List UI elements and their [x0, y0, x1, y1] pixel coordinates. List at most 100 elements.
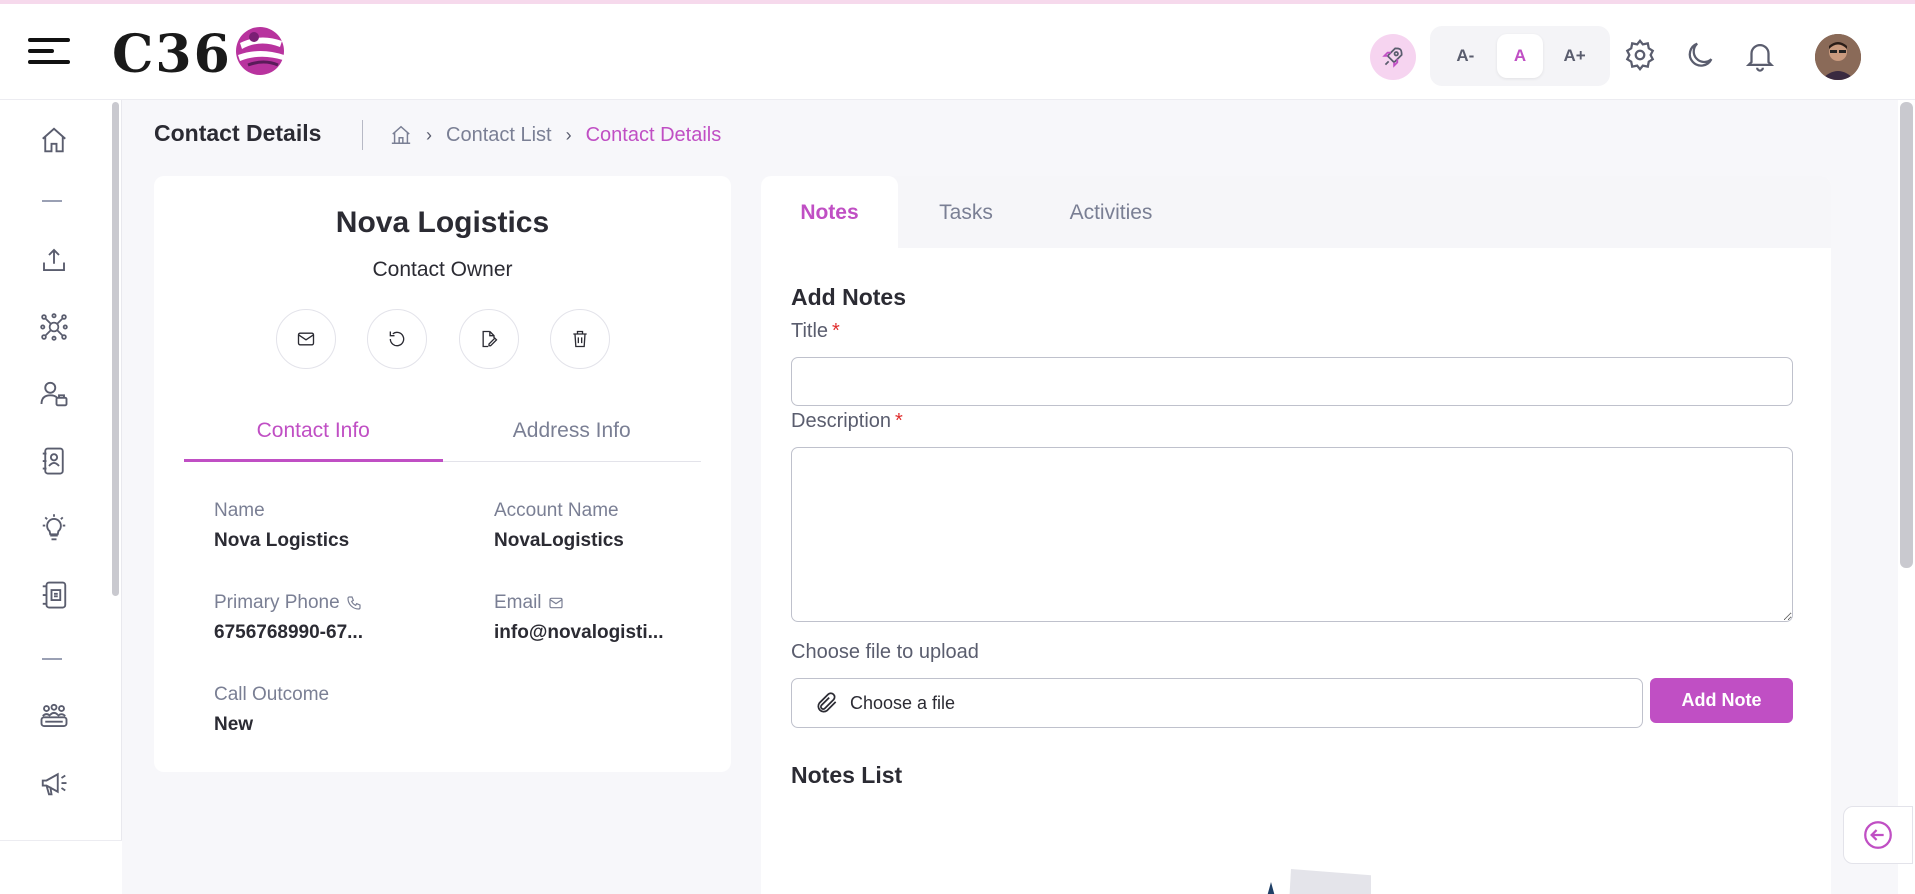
sidebar-item-upload[interactable] [34, 240, 74, 280]
sidebar [0, 100, 122, 894]
delete-contact-button[interactable] [549, 309, 610, 369]
field-call-outcome: Call Outcome New [214, 684, 329, 736]
detail-tabs: Notes Tasks Activities [761, 176, 1831, 248]
file-placeholder: Choose a file [850, 692, 956, 713]
phone-icon [347, 596, 361, 610]
title-separator [362, 120, 363, 150]
rocket-icon[interactable] [1370, 34, 1416, 80]
back-float-button[interactable] [1843, 806, 1913, 864]
edit-icon [482, 330, 498, 348]
sidebar-item-contacts[interactable] [34, 441, 74, 481]
dark-mode-moon-icon[interactable] [1683, 38, 1717, 72]
sidebar-footer [0, 840, 122, 894]
upload-icon [43, 248, 65, 271]
sidebar-item-campaigns[interactable] [34, 763, 74, 803]
add-note-button[interactable]: Add Note [1650, 678, 1793, 723]
tab-activities[interactable]: Activities [1041, 176, 1181, 248]
breadcrumb-current: Contact Details [585, 123, 722, 146]
page-title: Contact Details [154, 120, 322, 146]
chevron-right-icon: › [565, 124, 572, 145]
contact-info-tabs: Contact Info Address Info [184, 406, 701, 462]
sidebar-item-network[interactable] [34, 307, 74, 347]
title-label-text: Title [791, 320, 829, 342]
field-name: Name Nova Logistics [214, 500, 349, 552]
call-outcome-value: New [214, 714, 254, 735]
lightbulb-icon [42, 514, 66, 541]
empty-notes-illustration [1267, 869, 1371, 894]
trash-icon [573, 330, 587, 348]
tab-contact-info[interactable]: Contact Info [184, 406, 443, 462]
file-upload-input[interactable]: Choose a file [791, 678, 1643, 728]
breadcrumb: › Contact List › Contact Details [390, 120, 721, 150]
call-outcome-label: Call Outcome [214, 684, 330, 705]
primary-phone-value: 6756768990-67... [214, 622, 363, 643]
arrow-left-circle-icon [1864, 821, 1892, 849]
breadcrumb-contact-list[interactable]: Contact List [446, 124, 552, 147]
sidebar-divider [42, 200, 62, 202]
sidebar-item-team[interactable] [34, 696, 74, 736]
page-scrollbar-thumb[interactable] [1900, 102, 1913, 568]
name-value: Nova Logistics [214, 530, 350, 551]
user-group-icon [40, 381, 68, 407]
menu-toggle-icon[interactable] [28, 38, 70, 72]
primary-phone-label: Primary Phone [214, 592, 340, 613]
chevron-right-icon: › [426, 124, 432, 145]
contact-actions [276, 309, 610, 369]
email-contact-button[interactable] [276, 309, 336, 369]
email-label: Email [494, 592, 542, 613]
mail-icon [548, 597, 563, 609]
font-increase-button[interactable]: A+ [1552, 34, 1598, 78]
description-label: Description * [791, 410, 903, 433]
details-panel: Notes Tasks Activities Add Notes Title * … [761, 176, 1831, 894]
field-primary-phone: Primary Phone 6756768990-67... [214, 592, 363, 644]
description-label-text: Description [791, 410, 892, 432]
account-name-value: NovaLogistics [494, 530, 624, 551]
contact-owner-label: Contact Owner [372, 258, 513, 281]
home-icon [42, 127, 66, 153]
sidebar-scrollbar[interactable] [112, 102, 119, 596]
contact-company-name: Nova Logistics [335, 206, 550, 239]
tab-tasks[interactable]: Tasks [916, 176, 1016, 248]
sidebar-item-home[interactable] [34, 120, 74, 160]
bell-icon[interactable] [1743, 38, 1777, 72]
note-description-textarea[interactable] [791, 447, 1793, 622]
note-title-input[interactable] [791, 357, 1793, 406]
font-decrease-button[interactable]: A- [1442, 34, 1488, 78]
mail-icon [297, 332, 315, 346]
email-value: info@novalogisti... [494, 622, 664, 643]
sidebar-item-users[interactable] [34, 374, 74, 414]
team-icon [40, 703, 68, 727]
sidebar-divider [42, 658, 62, 660]
contact-summary-card: Nova Logistics Contact Owner Contact Inf… [154, 176, 731, 772]
top-bar: C36 A- A A+ [0, 0, 1915, 100]
page-scrollbar[interactable] [1898, 100, 1915, 894]
sidebar-item-ideas[interactable] [34, 508, 74, 548]
upload-label: Choose file to upload [791, 641, 979, 663]
network-icon [40, 313, 68, 341]
breadcrumb-home-icon[interactable] [390, 124, 412, 146]
paperclip-icon [817, 692, 837, 713]
gear-icon[interactable] [1623, 38, 1657, 72]
add-notes-heading: Add Notes [791, 284, 906, 310]
required-mark: * [895, 410, 903, 432]
name-label: Name [214, 500, 265, 521]
edit-contact-button[interactable] [458, 309, 519, 369]
contact-card-icon [42, 581, 67, 609]
refresh-contact-button[interactable] [367, 309, 428, 369]
refresh-icon [389, 331, 405, 347]
logo-globe-icon [235, 27, 284, 75]
app-logo[interactable]: C36 [112, 23, 286, 85]
user-avatar[interactable] [1815, 34, 1861, 80]
tab-notes[interactable]: Notes [761, 176, 898, 248]
account-name-label: Account Name [494, 500, 619, 521]
sidebar-item-contact-cards[interactable] [34, 575, 74, 615]
tab-address-info[interactable]: Address Info [443, 406, 702, 461]
contact-book-icon [42, 447, 64, 475]
field-account-name: Account Name NovaLogistics [494, 500, 624, 552]
font-reset-button[interactable]: A [1496, 34, 1543, 78]
title-label: Title * [791, 320, 840, 343]
megaphone-icon [41, 772, 67, 796]
notes-list-heading: Notes List [791, 762, 903, 788]
logo-text: C36 [112, 23, 232, 85]
required-mark: * [832, 320, 840, 342]
